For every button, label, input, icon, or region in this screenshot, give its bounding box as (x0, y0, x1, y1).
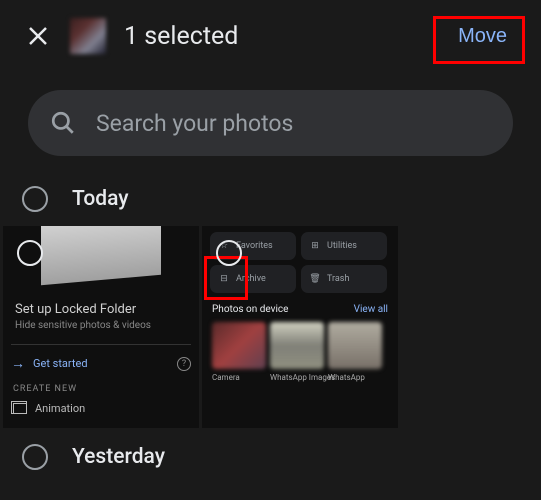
animation-item[interactable]: Animation (13, 402, 85, 415)
photo-select-ring[interactable] (17, 240, 43, 266)
thumb-image (212, 322, 266, 369)
thumb-camera[interactable]: Camera (212, 322, 266, 382)
archive-button[interactable]: ⊟ Archive (210, 265, 296, 293)
photo-card-locked-folder[interactable]: Set up Locked Folder Hide sensitive phot… (3, 226, 199, 428)
help-icon[interactable]: ? (177, 357, 191, 371)
locked-folder-subtitle: Hide sensitive photos & videos (15, 320, 151, 331)
arrow-right-icon: → (11, 355, 25, 372)
utilities-icon: ⊞ (309, 240, 321, 252)
trash-icon: 🗑 (309, 273, 321, 285)
select-all-today[interactable] (22, 186, 48, 212)
search-icon (50, 110, 76, 136)
section-yesterday-header[interactable]: Yesterday (0, 428, 541, 484)
section-yesterday-title: Yesterday (72, 445, 165, 469)
selection-count: 1 selected (124, 22, 448, 51)
select-all-yesterday[interactable] (22, 444, 48, 470)
move-button[interactable]: Move (458, 25, 507, 48)
locked-folder-title: Set up Locked Folder (15, 302, 136, 317)
view-all-link[interactable]: View all (354, 304, 388, 315)
thumb-whatsapp-images[interactable]: WhatsApp Images (270, 322, 324, 382)
section-today-title: Today (72, 187, 129, 211)
utilities-button[interactable]: ⊞ Utilities (301, 232, 387, 260)
thumb-whatsapp[interactable]: WhatsApp (328, 322, 382, 382)
device-thumbs: Camera WhatsApp Images WhatsApp (212, 322, 382, 382)
create-new-label: CREATE NEW (13, 384, 77, 394)
section-today-header[interactable]: Today (0, 180, 541, 226)
search-placeholder: Search your photos (96, 110, 293, 137)
photos-on-device-header: Photos on device View all (212, 304, 388, 315)
get-started-row: → Get started ? (11, 344, 191, 372)
search-input[interactable]: Search your photos (28, 90, 513, 156)
trash-button[interactable]: 🗑 Trash (301, 265, 387, 293)
close-icon[interactable] (24, 22, 52, 50)
selection-header: 1 selected Move (0, 0, 541, 72)
photo-card-library[interactable]: ☆ Favorites ⊞ Utilities ⊟ Archive 🗑 Tras… (202, 226, 398, 428)
photos-on-device-label: Photos on device (212, 304, 288, 315)
thumb-image (270, 322, 324, 369)
archive-icon: ⊟ (218, 273, 230, 285)
photo-select-ring[interactable] (216, 240, 242, 266)
animation-icon (13, 403, 27, 414)
selected-thumbnail (70, 18, 106, 54)
folder-graphic (41, 226, 161, 285)
get-started-link[interactable]: Get started (33, 357, 177, 370)
today-grid: Set up Locked Folder Hide sensitive phot… (0, 226, 541, 428)
thumb-image (328, 322, 382, 369)
